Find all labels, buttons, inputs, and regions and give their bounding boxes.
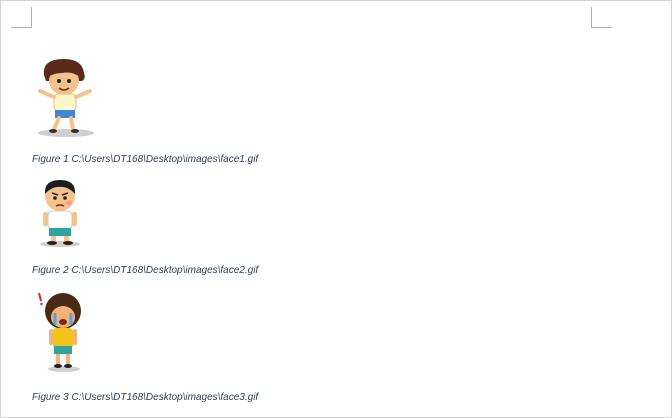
- figure-1-image[interactable]: [32, 55, 102, 139]
- cartoon-boy-angry-icon: [40, 180, 80, 247]
- figure-2-caption: Figure 2 C:\Users\DT168\Desktop\images\f…: [32, 265, 259, 276]
- cartoon-boy-crying-icon: [38, 292, 81, 372]
- document-page: Figure 1 C:\Users\DT168\Desktop\images\f…: [0, 0, 672, 418]
- figure-3-caption: Figure 3 C:\Users\DT168\Desktop\images\f…: [32, 392, 259, 403]
- margin-corner-top-left: [11, 7, 32, 28]
- margin-corner-top-right: [591, 7, 612, 28]
- cartoon-boy-dancing-icon: [38, 59, 94, 137]
- figure-3-image[interactable]: [32, 289, 92, 375]
- figure-2-image[interactable]: [32, 176, 92, 250]
- figure-1-caption: Figure 1 C:\Users\DT168\Desktop\images\f…: [32, 154, 259, 165]
